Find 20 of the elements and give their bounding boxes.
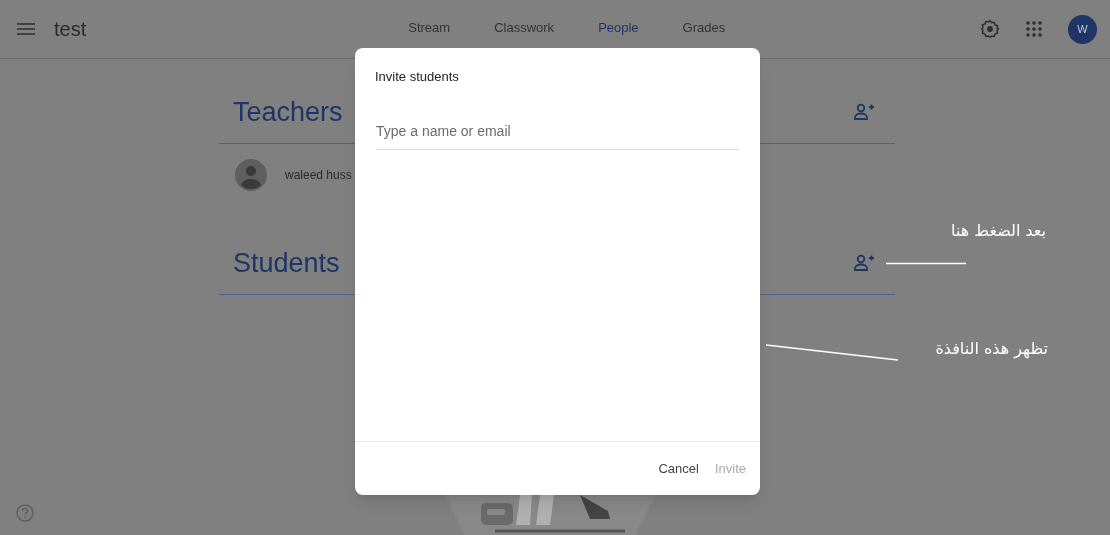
add-person-icon[interactable]	[853, 254, 875, 272]
annotation-text: بعد الضغط هنا	[951, 220, 1046, 242]
add-person-icon[interactable]	[853, 103, 875, 121]
nav-tab[interactable]: Stream	[386, 0, 473, 58]
account-avatar[interactable]: W	[1068, 14, 1097, 44]
section-heading: Students	[233, 246, 340, 280]
section-heading: Teachers	[233, 95, 343, 129]
settings-icon[interactable]	[980, 19, 1000, 39]
apps-grid-icon[interactable]	[1026, 21, 1042, 37]
teacher-name: waleed huss	[285, 167, 352, 184]
nav-tab[interactable]: Classwork	[472, 0, 577, 58]
menu-icon[interactable]	[17, 23, 35, 35]
nav-tab[interactable]: Grades	[660, 0, 748, 58]
question-mark-icon[interactable]	[16, 504, 34, 522]
dialog-title: Invite students	[374, 68, 459, 86]
class-title: test	[54, 17, 87, 42]
annotation-text: تظهر هذه النافذة	[935, 338, 1048, 361]
name-email-field[interactable]: Type a name or email	[376, 112, 739, 150]
person-avatar-icon	[235, 159, 267, 191]
dialog-button[interactable]: Cancel	[652, 454, 705, 483]
